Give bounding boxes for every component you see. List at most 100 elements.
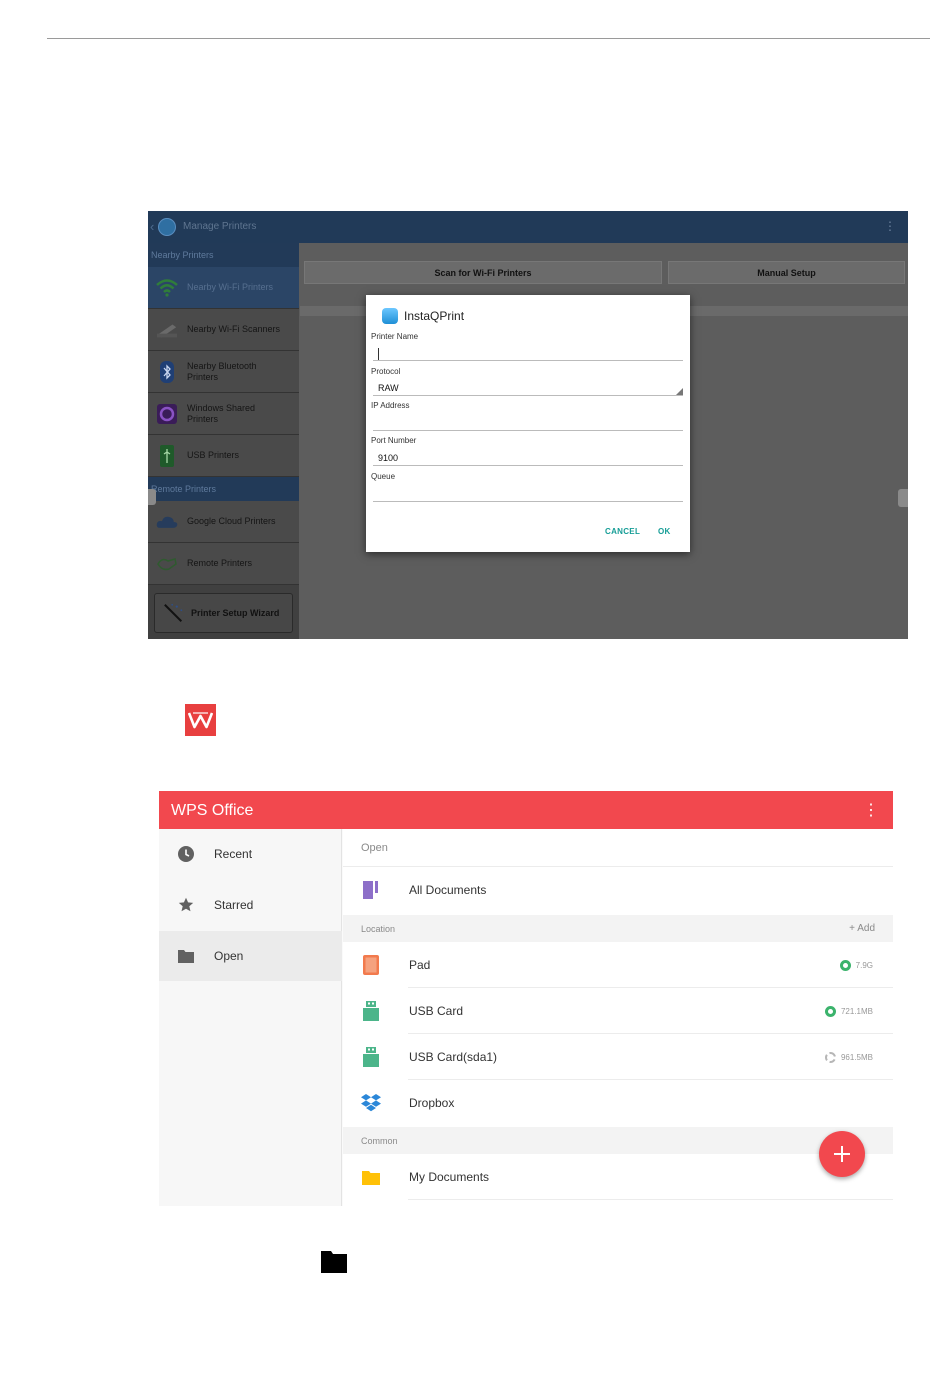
folder-icon — [361, 1167, 381, 1187]
printer-name-field[interactable] — [373, 346, 683, 361]
storage-indicator: 721.1MB — [824, 1005, 873, 1017]
row-label: My Documents — [409, 1170, 490, 1184]
wizard-label: Printer Setup Wizard — [191, 608, 280, 618]
usb-icon — [156, 444, 178, 467]
sidebar-item-label: Nearby Wi-Fi Printers — [187, 282, 274, 292]
overflow-menu-icon[interactable]: ⋮ — [863, 800, 879, 820]
all-documents-row[interactable]: All Documents — [343, 867, 893, 913]
queue-label: Queue — [371, 472, 396, 481]
sidebar-item-usb-printers[interactable]: USB Printers — [148, 435, 299, 477]
sidebar-item-remote-printers[interactable]: Remote Printers — [148, 543, 299, 585]
left-edge-handle[interactable] — [148, 489, 156, 505]
wps-title: WPS Office — [171, 802, 254, 819]
magic-wand-icon — [163, 602, 185, 624]
ip-address-label: IP Address — [371, 401, 410, 410]
nav-label: Recent — [214, 847, 253, 861]
sidebar-item-nearby-wifi-scanners[interactable]: Nearby Wi-Fi Scanners — [148, 309, 299, 351]
cancel-button[interactable]: CANCEL — [605, 527, 640, 536]
storage-ring-icon — [824, 1005, 836, 1017]
remote-icon — [156, 553, 178, 575]
nav-item-open[interactable]: Open — [159, 931, 342, 981]
dropbox-icon — [361, 1093, 381, 1113]
storage-indicator: 961.5MB — [824, 1051, 873, 1063]
printer-setup-wizard-button[interactable]: Printer Setup Wizard — [154, 593, 293, 633]
row-label: USB Card — [409, 1004, 464, 1018]
ok-button[interactable]: OK — [658, 527, 671, 536]
storage-ring-icon — [824, 1051, 836, 1063]
manage-printers-screenshot: ‹ Manage Printers ⋮ Nearby Printers Near… — [148, 211, 908, 639]
title-bar: ‹ Manage Printers ⋮ — [148, 211, 908, 243]
overflow-menu-icon[interactable]: ⋮ — [884, 219, 896, 233]
app-icon — [158, 218, 176, 236]
usb-drive-icon — [361, 1001, 381, 1021]
wps-nav-drawer: Recent Starred Open — [159, 829, 342, 1206]
sidebar-item-nearby-wifi-printers[interactable]: Nearby Wi-Fi Printers — [148, 267, 299, 309]
nav-label: Starred — [214, 898, 254, 912]
documents-icon — [361, 880, 381, 900]
queue-field[interactable] — [373, 487, 683, 502]
port-number-field[interactable]: 9100 — [373, 451, 683, 466]
back-icon[interactable]: ‹ — [150, 219, 154, 234]
common-row-my-documents[interactable]: My Documents — [343, 1154, 893, 1200]
cloud-icon — [156, 511, 178, 533]
sidebar-item-nearby-bluetooth-printers[interactable]: Nearby Bluetooth Printers — [148, 351, 299, 393]
storage-indicator: 7.9G — [839, 959, 873, 971]
instaqprint-icon — [382, 308, 398, 324]
ip-address-field[interactable] — [373, 416, 683, 431]
sidebar-item-windows-shared-printers[interactable]: Windows Shared Printers — [148, 393, 299, 435]
wifi-icon — [156, 277, 178, 299]
common-section-header: Common — [343, 1127, 893, 1154]
row-label: All Documents — [409, 883, 487, 897]
dropdown-triangle-icon — [676, 388, 683, 395]
dialog-header: InstaQPrint — [382, 308, 464, 324]
usb-drive-icon — [361, 1047, 381, 1067]
nav-label: Open — [214, 949, 244, 963]
sidebar-item-label: Nearby Bluetooth Printers — [187, 360, 257, 382]
text-cursor — [378, 347, 379, 360]
sidebar-item-label: USB Printers — [187, 450, 240, 460]
scan-wifi-printers-button[interactable]: Scan for Wi-Fi Printers — [304, 261, 662, 284]
nav-item-starred[interactable]: Starred — [159, 880, 342, 930]
sidebar-item-label: Google Cloud Printers — [187, 516, 276, 526]
wps-open-panel: Open All Documents Location + Add Pad 7.… — [343, 829, 893, 1206]
location-row-usb-card-sda1[interactable]: USB Card(sda1) 961.5MB — [343, 1034, 893, 1080]
add-location-button[interactable]: + Add — [849, 923, 875, 934]
location-row-dropbox[interactable]: Dropbox — [343, 1080, 893, 1126]
storage-ring-icon — [839, 959, 851, 971]
manual-setup-button[interactable]: Manual Setup — [668, 261, 905, 284]
row-label: USB Card(sda1) — [409, 1050, 498, 1064]
row-divider — [408, 1199, 893, 1200]
location-row-pad[interactable]: Pad 7.9G — [343, 942, 893, 988]
wps-app-bar: WPS Office ⋮ — [159, 791, 893, 829]
add-fab-button[interactable] — [819, 1131, 865, 1177]
windows-share-icon — [156, 403, 178, 425]
add-printer-dialog: InstaQPrint Printer Name Protocol RAW IP… — [366, 295, 690, 552]
clock-icon — [177, 846, 194, 863]
protocol-label: Protocol — [371, 367, 401, 376]
bluetooth-icon — [156, 360, 178, 383]
nearby-printers-header: Nearby Printers — [148, 243, 299, 267]
printer-name-label: Printer Name — [371, 332, 419, 341]
protocol-select[interactable]: RAW — [373, 381, 683, 396]
protocol-value: RAW — [378, 383, 399, 393]
plus-icon — [834, 1146, 850, 1162]
sidebar-item-google-cloud-printers[interactable]: Google Cloud Printers — [148, 501, 299, 543]
remote-printers-header: Remote Printers — [148, 477, 299, 501]
app-title: Manage Printers — [183, 221, 257, 232]
folder-icon — [177, 948, 194, 965]
row-label: Dropbox — [409, 1096, 455, 1110]
wps-logo-icon — [185, 704, 216, 736]
sidebar-item-label: Remote Printers — [187, 558, 253, 568]
nav-item-recent[interactable]: Recent — [159, 829, 342, 879]
folder-icon — [321, 1251, 347, 1273]
sidebar-item-label: Nearby Wi-Fi Scanners — [187, 324, 281, 334]
scanner-icon — [156, 319, 178, 341]
printer-sidebar: Nearby Printers Nearby Wi-Fi Printers Ne… — [148, 243, 299, 639]
right-edge-handle[interactable] — [898, 489, 908, 507]
star-icon — [177, 897, 194, 914]
page-divider — [47, 38, 930, 39]
location-section-header: Location + Add — [343, 915, 893, 942]
location-row-usb-card[interactable]: USB Card 721.1MB — [343, 988, 893, 1034]
tablet-icon — [361, 955, 381, 975]
port-number-label: Port Number — [371, 436, 417, 445]
